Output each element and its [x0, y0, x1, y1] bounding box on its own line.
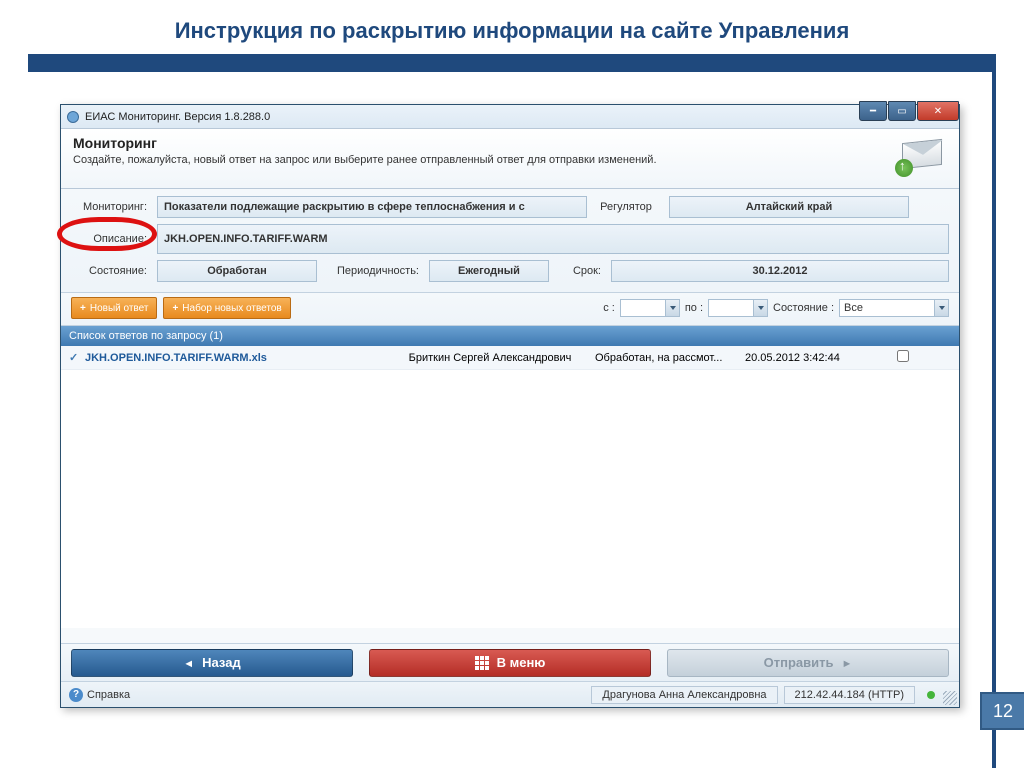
cell-state: Обработан, на рассмот... — [595, 352, 745, 364]
chevron-down-icon — [753, 300, 767, 316]
help-icon: ? — [69, 688, 83, 702]
title-underline — [28, 54, 996, 72]
bottom-bar: Назад В меню Отправить — [61, 643, 959, 681]
label-monitoring: Мониторинг: — [71, 201, 151, 213]
menu-button[interactable]: В меню — [369, 649, 651, 677]
arrow-left-icon — [183, 655, 194, 670]
back-button[interactable]: Назад — [71, 649, 353, 677]
cell-user: Бриткин Сергей Александрович — [385, 352, 595, 364]
label-from: с : — [603, 302, 615, 314]
send-label: Отправить — [764, 655, 834, 670]
minimize-button[interactable]: ━ — [859, 101, 887, 121]
label-state: Состояние: — [71, 265, 151, 277]
field-monitoring[interactable]: Показатели подлежащие раскрытию в сфере … — [157, 196, 587, 218]
new-answers-set-label: Набор новых ответов — [182, 303, 281, 314]
field-term: 30.12.2012 — [611, 260, 949, 282]
check-icon: ✓ — [69, 351, 85, 364]
plus-icon: + — [80, 303, 86, 314]
close-button[interactable]: ✕ — [917, 101, 959, 121]
cell-date: 20.05.2012 3:42:44 — [745, 352, 895, 364]
field-state: Обработан — [157, 260, 317, 282]
state-filter-value: Все — [844, 302, 863, 314]
chevron-down-icon — [934, 300, 948, 316]
label-description: Описание: — [71, 233, 151, 245]
page-title: Мониторинг — [73, 135, 657, 151]
titlebar[interactable]: ЕИАС Мониторинг. Версия 1.8.288.0 ━ ▭ ✕ — [61, 105, 959, 129]
label-state-filter: Состояние : — [773, 302, 834, 314]
toolbar: + Новый ответ + Набор новых ответов с : по… — [61, 293, 959, 326]
field-description[interactable]: JKH.OPEN.INFO.TARIFF.WARM — [157, 224, 949, 254]
send-button: Отправить — [667, 649, 949, 677]
window-title: ЕИАС Мониторинг. Версия 1.8.288.0 — [85, 111, 270, 123]
help-link[interactable]: ? Справка — [61, 688, 138, 702]
app-icon — [67, 111, 79, 123]
new-answer-button[interactable]: + Новый ответ — [71, 297, 157, 319]
date-to-input[interactable] — [708, 299, 768, 317]
label-term: Срок: — [555, 265, 605, 277]
connection-status-icon — [927, 691, 935, 699]
page-number-badge: 12 — [980, 692, 1024, 730]
menu-label: В меню — [497, 655, 546, 670]
right-rule — [992, 58, 996, 768]
field-periodicity: Ежегодный — [429, 260, 549, 282]
mail-send-icon — [899, 135, 945, 175]
cell-filename: JKH.OPEN.INFO.TARIFF.WARM.xls — [85, 352, 385, 364]
state-filter-select[interactable]: Все — [839, 299, 949, 317]
new-answer-label: Новый ответ — [90, 303, 149, 314]
page-header: Мониторинг Создайте, пожалуйста, новый о… — [61, 129, 959, 189]
chevron-down-icon — [665, 300, 679, 316]
details-panel: Мониторинг: Показатели подлежащие раскры… — [61, 189, 959, 293]
arrow-right-icon — [841, 655, 852, 670]
label-to: по : — [685, 302, 703, 314]
page-subtitle: Создайте, пожалуйста, новый ответ на зап… — [73, 154, 657, 166]
help-label: Справка — [87, 689, 130, 701]
app-window: ЕИАС Мониторинг. Версия 1.8.288.0 ━ ▭ ✕ … — [60, 104, 960, 708]
maximize-button[interactable]: ▭ — [888, 101, 916, 121]
answers-list[interactable]: ✓ JKH.OPEN.INFO.TARIFF.WARM.xls Бриткин … — [61, 346, 959, 628]
date-from-input[interactable] — [620, 299, 680, 317]
status-bar: ? Справка Драгунова Анна Александровна 21… — [61, 681, 959, 707]
row-checkbox[interactable] — [897, 350, 909, 362]
grid-icon — [475, 656, 489, 670]
slide-title: Инструкция по раскрытию информации на са… — [0, 0, 1024, 54]
new-answers-set-button[interactable]: + Набор новых ответов — [163, 297, 290, 319]
field-regulator[interactable]: Алтайский край — [669, 196, 909, 218]
plus-icon: + — [172, 303, 178, 314]
back-label: Назад — [202, 655, 241, 670]
status-user: Драгунова Анна Александровна — [591, 686, 777, 704]
label-periodicity: Периодичность: — [323, 265, 423, 277]
status-connection: 212.42.44.184 (HTTP) — [784, 686, 915, 704]
resize-grip[interactable] — [943, 691, 957, 705]
table-row[interactable]: ✓ JKH.OPEN.INFO.TARIFF.WARM.xls Бриткин … — [61, 346, 959, 370]
list-header: Список ответов по запросу (1) — [61, 326, 959, 346]
label-regulator: Регулятор — [593, 201, 663, 213]
